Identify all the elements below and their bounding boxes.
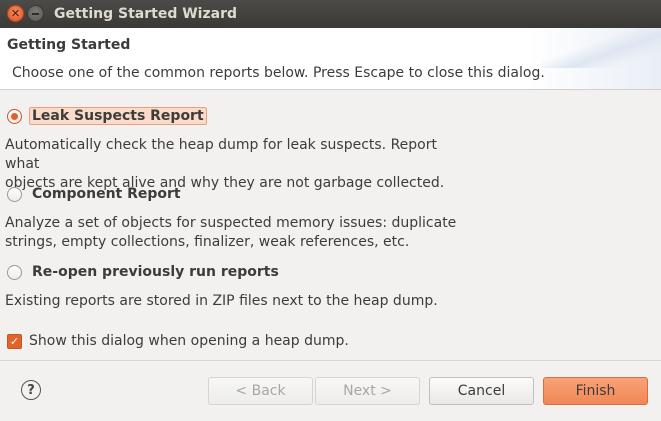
radio-dot (11, 112, 18, 120)
page-description: Choose one of the common reports below. … (12, 65, 545, 81)
minimize-icon (32, 12, 39, 15)
radio-reopen-reports[interactable]: Re-open previously run reports (7, 261, 282, 283)
close-window-button[interactable]: ✕ (7, 5, 24, 22)
window-title: Getting Started Wizard (54, 6, 238, 22)
show-dialog-checkbox-row[interactable]: ✓ Show this dialog when opening a heap d… (7, 333, 349, 349)
option-label-leak-suspects[interactable]: Leak Suspects Report (29, 107, 207, 125)
back-button[interactable]: < Back (208, 377, 313, 405)
close-icon: ✕ (10, 7, 21, 20)
next-button[interactable]: Next > (315, 377, 420, 405)
finish-button[interactable]: Finish (543, 377, 648, 405)
description-line: Analyze a set of objects for suspected m… (5, 215, 457, 231)
radio-component-report[interactable]: Component Report (7, 183, 184, 205)
title-bar: ✕ Getting Started Wizard (0, 0, 661, 28)
header-decoration (541, 28, 661, 68)
description-line: Automatically check the heap dump for le… (5, 137, 437, 172)
option-label-component-report[interactable]: Component Report (29, 185, 184, 203)
page-title: Getting Started (7, 37, 131, 53)
wizard-header: Getting Started Choose one of the common… (0, 28, 661, 90)
cancel-button[interactable]: Cancel (429, 377, 534, 405)
show-dialog-checkbox-label[interactable]: Show this dialog when opening a heap dum… (29, 333, 349, 349)
description-line: Existing reports are stored in ZIP files… (5, 293, 438, 309)
radio-button[interactable] (7, 264, 22, 280)
radio-button-checked[interactable] (7, 108, 22, 124)
show-dialog-checkbox[interactable]: ✓ (7, 333, 22, 349)
radio-button[interactable] (7, 186, 22, 202)
option-description-component-report: Analyze a set of objects for suspected m… (5, 214, 475, 252)
radio-leak-suspects[interactable]: Leak Suspects Report (7, 105, 207, 127)
description-line: strings, empty collections, finalizer, w… (5, 234, 410, 250)
checkmark-icon: ✓ (9, 334, 20, 348)
option-description-reopen-reports: Existing reports are stored in ZIP files… (5, 292, 475, 311)
footer-divider (0, 360, 661, 361)
option-label-reopen-reports[interactable]: Re-open previously run reports (29, 263, 282, 281)
help-icon[interactable]: ? (21, 380, 41, 400)
minimize-window-button[interactable] (27, 5, 44, 22)
